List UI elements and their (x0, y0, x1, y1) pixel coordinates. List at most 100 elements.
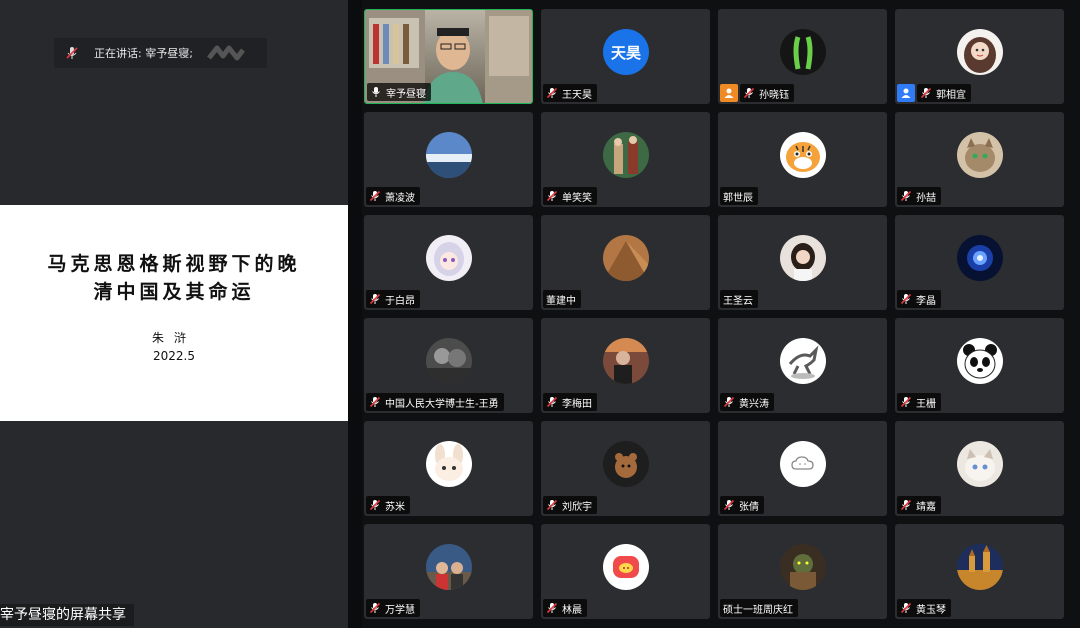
participant-tile[interactable]: 中国人民大学博士生-王勇 (364, 318, 533, 413)
mic-muted-icon (546, 396, 558, 408)
mic-muted-icon (920, 87, 932, 99)
participant-name-bar: 硕士一班周庆红 (720, 599, 798, 617)
participant-name: 孙喆 (916, 192, 936, 204)
participant-tile[interactable]: 于白昂 (364, 215, 533, 310)
participant-tile[interactable]: 李晶 (895, 215, 1064, 310)
mic-muted-icon (900, 602, 912, 614)
participant-name: 黄兴涛 (739, 398, 769, 410)
participant-avatar (603, 441, 649, 487)
participant-tile[interactable]: 孙喆 (895, 112, 1064, 207)
participant-tile[interactable]: 郭相宜 (895, 9, 1064, 104)
participant-avatar (957, 544, 1003, 590)
speaking-label: 正在讲话: 宰予昼寝; (94, 47, 193, 60)
participant-name: 宰予昼寝 (386, 88, 426, 100)
slide-date: 2022.5 (153, 349, 195, 363)
participant-tile[interactable]: 天昊 王天昊 (541, 9, 710, 104)
mic-muted-icon (900, 293, 912, 305)
participant-avatar (780, 132, 826, 178)
mic-muted-icon (546, 499, 558, 511)
participant-name-bar: 孙晓钰 (740, 84, 794, 102)
participant-avatar (426, 132, 472, 178)
participant-name: 林晨 (562, 604, 582, 616)
mic-muted-icon (369, 293, 381, 305)
participant-name-bar: 董建中 (543, 290, 581, 308)
participant-name-bar: 苏米 (366, 496, 410, 514)
participant-name: 王圣云 (723, 295, 753, 307)
slide-title-line-2: 清中国及其命运 (93, 281, 255, 303)
mic-muted-icon (369, 602, 381, 614)
participant-tile[interactable]: 苏米 (364, 421, 533, 516)
participant-name: 中国人民大学博士生-王勇 (385, 398, 499, 410)
participant-tile[interactable]: 王圣云 (718, 215, 887, 310)
participant-name: 郭世辰 (723, 192, 753, 204)
participant-name-bar: 黄玉琴 (897, 599, 951, 617)
mic-muted-icon (743, 87, 755, 99)
participant-tile[interactable]: 李梅田 (541, 318, 710, 413)
participant-name: 硕士一班周庆红 (723, 604, 793, 616)
panel-divider[interactable] (348, 0, 362, 628)
participant-name: 萧凌波 (385, 192, 415, 204)
participant-name-bar: 郭世辰 (720, 187, 758, 205)
slide-title: 马克思恩格斯视野下的晚 清中国及其命运 (0, 250, 348, 306)
participant-avatar (780, 338, 826, 384)
mic-muted-icon (369, 396, 381, 408)
mic-icon (370, 86, 382, 98)
participant-avatar (603, 235, 649, 281)
participant-avatar (957, 235, 1003, 281)
participant-name-bar: 孙喆 (897, 187, 941, 205)
participant-name-bar: 郭相宜 (917, 84, 971, 102)
participant-name-bar: 宰予昼寝 (367, 83, 431, 101)
participant-name-bar: 刘欣宇 (543, 496, 597, 514)
participant-tile[interactable]: 林晨 (541, 524, 710, 619)
participant-avatar (603, 338, 649, 384)
participant-avatar (957, 29, 1003, 75)
participant-name-bar: 万学慧 (366, 599, 420, 617)
participant-avatar (957, 441, 1003, 487)
mic-muted-icon (546, 87, 558, 99)
participant-name-bar: 萧凌波 (366, 187, 420, 205)
participant-avatar (603, 132, 649, 178)
participant-tile[interactable]: 万学慧 (364, 524, 533, 619)
participant-name-bar: 李晶 (897, 290, 941, 308)
participant-tile[interactable]: 黄兴涛 (718, 318, 887, 413)
participant-name: 李梅田 (562, 398, 592, 410)
participant-tile[interactable]: 宰予昼寝 (364, 9, 533, 104)
mic-muted-icon (546, 602, 558, 614)
participant-tile[interactable]: 萧凌波 (364, 112, 533, 207)
participant-tile[interactable]: 黄玉琴 (895, 524, 1064, 619)
mic-muted-icon (900, 190, 912, 202)
waveform-icon (206, 44, 247, 62)
participant-tile[interactable]: 靖嘉 (895, 421, 1064, 516)
participant-avatar (603, 544, 649, 590)
participant-tile[interactable]: 孙晓钰 (718, 9, 887, 104)
mic-muted-icon (369, 499, 381, 511)
participant-name: 王栅 (916, 398, 936, 410)
participant-name: 王天昊 (562, 89, 592, 101)
participant-name-bar: 王圣云 (720, 290, 758, 308)
user-badge-icon (897, 84, 915, 102)
participant-avatar (780, 29, 826, 75)
screen-share-panel: 正在讲话: 宰予昼寝; 马克思恩格斯视野下的晚 清中国及其命运 朱浒 2022.… (0, 0, 348, 628)
participant-tile[interactable]: 单笑笑 (541, 112, 710, 207)
participant-tile[interactable]: 张倩 (718, 421, 887, 516)
participant-avatar (426, 338, 472, 384)
participant-name-bar: 中国人民大学博士生-王勇 (366, 393, 504, 411)
mic-muted-icon (900, 396, 912, 408)
participant-name-bar: 靖嘉 (897, 496, 941, 514)
participant-name: 刘欣宇 (562, 501, 592, 513)
participant-name-bar: 李梅田 (543, 393, 597, 411)
mic-muted-icon (369, 190, 381, 202)
participant-avatar (780, 235, 826, 281)
participant-tile[interactable]: 硕士一班周庆红 (718, 524, 887, 619)
screen-share-label: 宰予昼寝的屏幕共享 (0, 604, 134, 626)
participant-tile[interactable]: 王栅 (895, 318, 1064, 413)
participant-tile[interactable]: 郭世辰 (718, 112, 887, 207)
participant-name-bar: 张倩 (720, 496, 764, 514)
participant-avatar (780, 544, 826, 590)
user-badge-icon (720, 84, 738, 102)
participant-name: 苏米 (385, 501, 405, 513)
participant-name-bar: 林晨 (543, 599, 587, 617)
participant-tile[interactable]: 董建中 (541, 215, 710, 310)
participant-tile[interactable]: 刘欣宇 (541, 421, 710, 516)
participant-name-bar: 于白昂 (366, 290, 420, 308)
